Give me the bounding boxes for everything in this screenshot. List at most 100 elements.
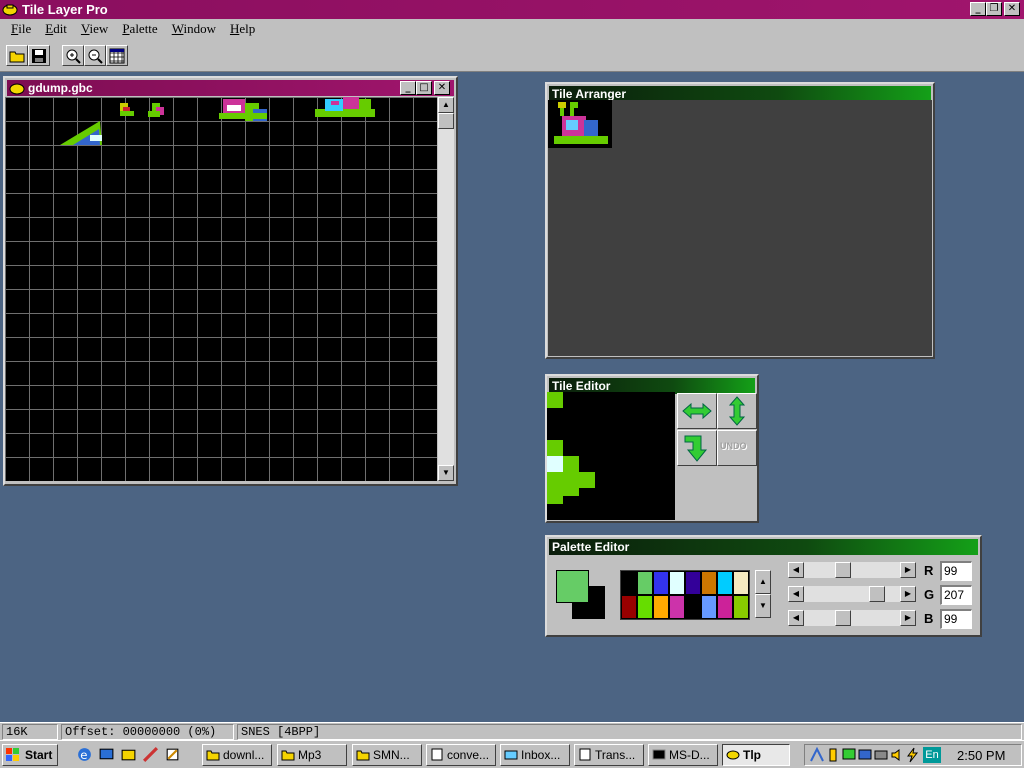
- desktop-icon[interactable]: [98, 746, 115, 763]
- status-offset: Offset: 00000000 (0%): [61, 724, 234, 740]
- task-mp3[interactable]: Mp3: [277, 744, 347, 766]
- language-indicator[interactable]: En: [923, 747, 941, 763]
- folder-icon: [356, 750, 370, 761]
- pixel: [547, 488, 563, 504]
- red-slider[interactable]: ◀ ▶: [788, 562, 916, 578]
- red-slider-thumb[interactable]: [835, 562, 851, 578]
- blue-slider[interactable]: ◀ ▶: [788, 610, 916, 626]
- palette-swatch[interactable]: [685, 595, 701, 619]
- gdump-title-bar[interactable]: gdump.gbc _ □ ✕: [7, 80, 454, 96]
- rotate-button[interactable]: [677, 430, 717, 466]
- palette-swatch[interactable]: [669, 571, 685, 595]
- palette-swatch[interactable]: [717, 571, 733, 595]
- speaker-icon[interactable]: [889, 747, 905, 763]
- palette-swatch[interactable]: [685, 571, 701, 595]
- undo-button[interactable]: UNDO: [717, 430, 757, 466]
- start-button[interactable]: Start: [2, 744, 58, 766]
- task-inbox[interactable]: Inbox...: [500, 744, 570, 766]
- palette-spinner[interactable]: ▲ ▼: [755, 570, 771, 618]
- palette-swatch[interactable]: [733, 571, 749, 595]
- scroll-up-button[interactable]: ▲: [438, 97, 454, 113]
- blue-slider-right[interactable]: ▶: [900, 610, 916, 626]
- zoom-out-button[interactable]: [84, 45, 106, 66]
- arrow-up-icon: ▲: [759, 577, 767, 586]
- menu-help[interactable]: Help: [223, 21, 262, 37]
- restore-button[interactable]: ❐: [986, 2, 1002, 16]
- green-slider-thumb[interactable]: [869, 586, 885, 602]
- arrow-down-icon: ▼: [759, 601, 767, 610]
- palette-swatch[interactable]: [717, 595, 733, 619]
- green-value-input[interactable]: 207: [940, 585, 972, 605]
- task-smn[interactable]: SMN...: [352, 744, 422, 766]
- menu-palette[interactable]: Palette: [115, 21, 164, 37]
- open-button[interactable]: [6, 45, 28, 66]
- blue-slider-left[interactable]: ◀: [788, 610, 804, 626]
- gdump-vertical-scrollbar[interactable]: ▲ ▼: [438, 97, 454, 481]
- menu-window[interactable]: Window: [165, 21, 223, 37]
- green-slider[interactable]: ◀ ▶: [788, 586, 916, 602]
- palette-swatch[interactable]: [701, 595, 717, 619]
- palette-editor-title[interactable]: Palette Editor: [549, 539, 978, 555]
- flip-vertical-button[interactable]: [717, 393, 757, 429]
- palette-swatch[interactable]: [653, 595, 669, 619]
- scroll-thumb[interactable]: [438, 113, 454, 129]
- internet-explorer-icon[interactable]: e: [76, 746, 93, 763]
- tile-grid[interactable]: [5, 97, 437, 481]
- palette-swatches[interactable]: [620, 570, 750, 620]
- menu-edit[interactable]: Edit: [38, 21, 74, 37]
- tray-lightning-icon[interactable]: [905, 747, 921, 763]
- app-title-bar[interactable]: Tile Layer Pro _ ❐ ✕: [0, 0, 1024, 19]
- task-tlp[interactable]: Tlp: [722, 744, 790, 766]
- palette-swatch[interactable]: [669, 595, 685, 619]
- task-convert[interactable]: conve...: [426, 744, 496, 766]
- red-slider-left[interactable]: ◀: [788, 562, 804, 578]
- save-button[interactable]: [28, 45, 50, 66]
- scroll-down-button[interactable]: ▼: [438, 465, 454, 481]
- menu-file[interactable]: File: [4, 21, 38, 37]
- palette-swatch[interactable]: [621, 571, 637, 595]
- tray-monitor-icon[interactable]: [841, 747, 857, 763]
- gdump-title: gdump.gbc: [28, 81, 93, 95]
- gdump-maximize-button[interactable]: □: [416, 81, 432, 95]
- current-color-swatch[interactable]: [556, 570, 589, 603]
- gdump-close-button[interactable]: ✕: [434, 81, 450, 95]
- tile-editor-canvas[interactable]: [547, 392, 675, 520]
- edit-icon[interactable]: [164, 746, 181, 763]
- blue-value-input[interactable]: 99: [940, 609, 972, 629]
- palette-swatch[interactable]: [637, 571, 653, 595]
- minimize-button[interactable]: _: [970, 2, 986, 16]
- green-slider-right[interactable]: ▶: [900, 586, 916, 602]
- tray-scanner-icon[interactable]: [873, 747, 889, 763]
- task-downloads[interactable]: downl...: [202, 744, 272, 766]
- task-ms-dos[interactable]: MS-D...: [648, 744, 718, 766]
- arrow-left-right-icon: [682, 402, 712, 420]
- palette-swatch[interactable]: [621, 595, 637, 619]
- tray-pin-icon[interactable]: [825, 747, 841, 763]
- tray-display-icon[interactable]: [857, 747, 873, 763]
- green-slider-left[interactable]: ◀: [788, 586, 804, 602]
- tools-icon[interactable]: [142, 746, 159, 763]
- blue-slider-thumb[interactable]: [835, 610, 851, 626]
- palette-swatch[interactable]: [653, 571, 669, 595]
- close-button[interactable]: ✕: [1004, 2, 1020, 16]
- palette-swatch[interactable]: [733, 595, 749, 619]
- menu-view[interactable]: View: [74, 21, 115, 37]
- tile-arranger-canvas[interactable]: [548, 100, 932, 356]
- palette-up-button[interactable]: ▲: [755, 570, 771, 594]
- palette-swatch[interactable]: [701, 571, 717, 595]
- task-trans[interactable]: Trans...: [574, 744, 644, 766]
- zoom-in-button[interactable]: [62, 45, 84, 66]
- palette-down-button[interactable]: ▼: [755, 594, 771, 618]
- tile-sprites: [60, 97, 375, 145]
- palette-swatch[interactable]: [637, 595, 653, 619]
- task-label: downl...: [223, 748, 265, 762]
- gdump-minimize-button[interactable]: _: [400, 81, 416, 95]
- grid-button[interactable]: [106, 45, 128, 66]
- tray-network-icon[interactable]: [809, 747, 825, 763]
- red-value-input[interactable]: 99: [940, 561, 972, 581]
- clock[interactable]: 2:50 PM: [957, 748, 1005, 763]
- flip-horizontal-button[interactable]: [677, 393, 717, 429]
- outlook-icon[interactable]: [120, 746, 137, 763]
- red-slider-right[interactable]: ▶: [900, 562, 916, 578]
- sprite-snail-large: [315, 97, 375, 117]
